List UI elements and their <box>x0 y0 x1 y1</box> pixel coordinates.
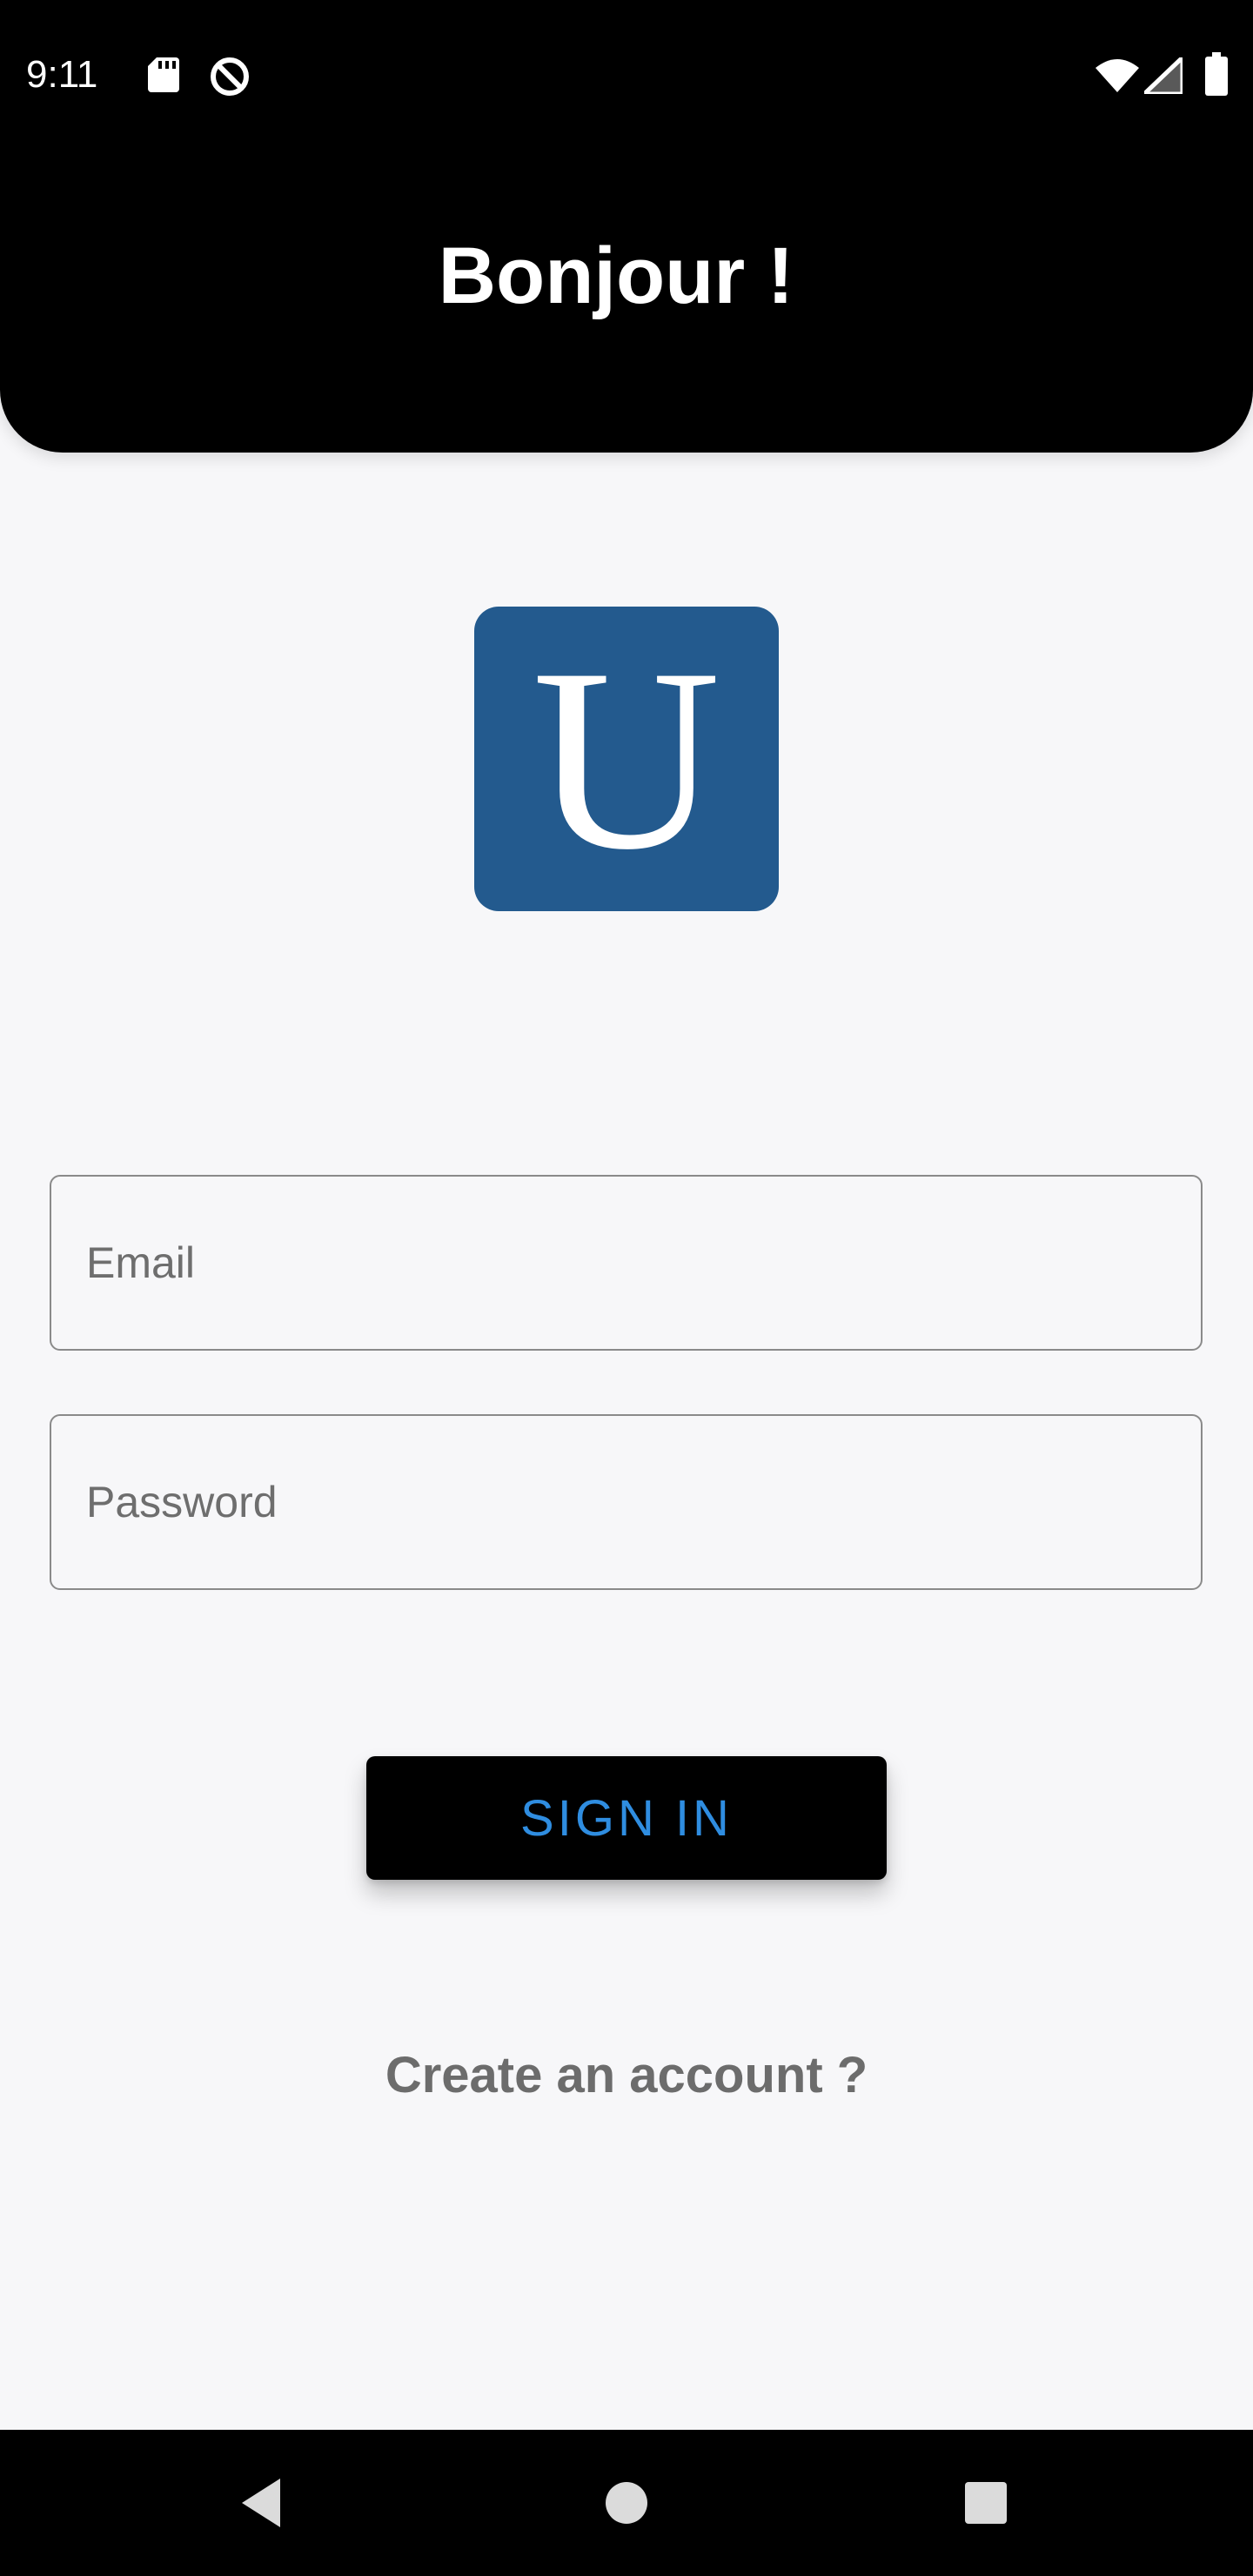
app-screen: 9:11 Bonjour ! U Email SIGN IN Create an… <box>0 0 1253 2430</box>
wifi-icon <box>1095 59 1139 92</box>
navigation-bar <box>0 2430 1253 2576</box>
sd-card-icon <box>148 57 179 92</box>
sign-in-button[interactable]: SIGN IN <box>366 1756 887 1880</box>
data-saver-icon <box>211 57 249 96</box>
back-icon[interactable] <box>218 2459 305 2546</box>
status-bar: 9:11 <box>0 0 1253 153</box>
status-time: 9:11 <box>26 53 98 96</box>
recents-icon[interactable] <box>942 2459 1029 2546</box>
header-bar: 9:11 Bonjour ! <box>0 0 1253 453</box>
app-logo: U <box>474 607 779 911</box>
logo-letter: U <box>532 614 721 903</box>
battery-icon <box>1204 52 1228 96</box>
create-account-link[interactable]: Create an account ? <box>0 2045 1253 2106</box>
email-input[interactable] <box>50 1175 1203 1351</box>
password-input[interactable] <box>50 1414 1203 1590</box>
signal-icon <box>1144 57 1183 94</box>
home-icon[interactable] <box>583 2459 670 2546</box>
page-title: Bonjour ! <box>438 231 794 320</box>
